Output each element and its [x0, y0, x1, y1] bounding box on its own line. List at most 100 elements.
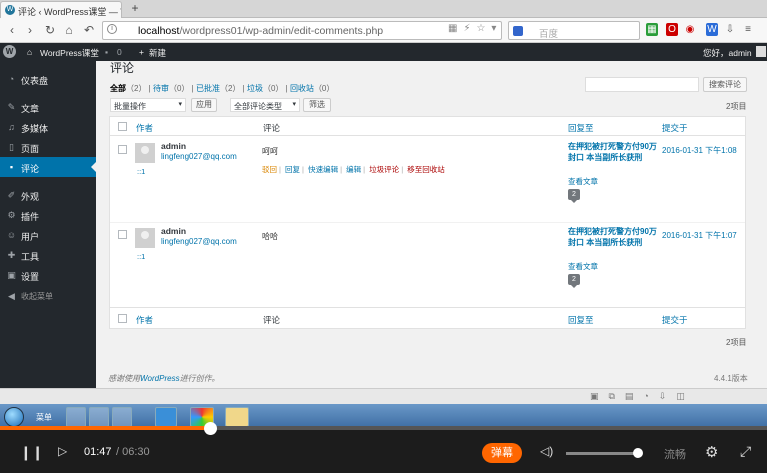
filter-approved[interactable]: 已批准	[196, 84, 220, 93]
comment-date[interactable]: 2016-01-31 下午1:08	[662, 145, 737, 156]
folder-taskbar-icon[interactable]	[225, 407, 249, 427]
windows-start-icon[interactable]	[4, 407, 24, 427]
column-author[interactable]: 作者	[136, 122, 153, 134]
select-all-checkbox[interactable]	[118, 122, 127, 131]
reply-link[interactable]: 回复	[285, 165, 300, 174]
new-link[interactable]: 新建	[149, 47, 166, 59]
trash-link[interactable]: 移至回收站	[407, 165, 445, 174]
sidebar-item-settings[interactable]: ▣ 设置	[0, 265, 96, 285]
search-box[interactable]: 百度	[508, 21, 640, 40]
word-taskbar-icon[interactable]	[155, 407, 177, 427]
column-submitted[interactable]: 提交于	[662, 122, 688, 134]
taskbar-app-icon[interactable]	[66, 407, 86, 427]
sidebar-item-label: 仪表盘	[21, 76, 49, 86]
back-icon[interactable]: ‹	[4, 22, 20, 38]
taskbar-app-icon[interactable]	[89, 407, 109, 427]
comment-date[interactable]: 2016-01-31 下午1:07	[662, 230, 737, 241]
column-author[interactable]: 作者	[136, 314, 153, 326]
filter-approved-count: （2）	[219, 84, 241, 93]
quick-edit-link[interactable]: 快速编辑	[308, 165, 338, 174]
filter-pending[interactable]: 待审	[153, 84, 169, 93]
sidebar-item-tools[interactable]: ✚ 工具	[0, 245, 96, 265]
filter-trash[interactable]: 回收站	[290, 84, 314, 93]
avatar[interactable]	[756, 46, 766, 57]
apply-button[interactable]: 应用	[191, 98, 217, 112]
sidebar-item-users[interactable]: ☺ 用户	[0, 225, 96, 245]
sidebar-item-plugins[interactable]: ⚙ 插件	[0, 205, 96, 225]
volume-knob[interactable]	[633, 448, 643, 458]
taskbar-app-icon[interactable]	[112, 407, 132, 427]
home-icon[interactable]: ⌂	[27, 47, 32, 57]
shield-extension-icon[interactable]: ◉	[684, 23, 696, 36]
quality-selector[interactable]: 流畅	[664, 446, 686, 462]
volume-icon[interactable]: ◁)	[540, 444, 553, 458]
spam-link[interactable]: 垃圾评论	[369, 165, 399, 174]
plus-icon[interactable]: +	[139, 47, 144, 57]
sidebar-item-media[interactable]: ♫ 多媒体	[0, 117, 96, 137]
sidebar-item-dashboard[interactable]: ◔ 仪表盘	[0, 69, 96, 89]
status-bar-icons[interactable]: ▣⧉▤◔⇩◫	[590, 391, 695, 402]
column-submitted[interactable]: 提交于	[662, 314, 688, 326]
new-tab-button[interactable]: +	[128, 1, 142, 17]
row-checkbox[interactable]	[118, 145, 127, 154]
volume-slider[interactable]	[566, 452, 638, 455]
search-engine-icon[interactable]	[513, 26, 523, 36]
author-email[interactable]: lingfeng027@qq.com	[161, 152, 237, 161]
author-email[interactable]: lingfeng027@qq.com	[161, 237, 237, 246]
history-icon[interactable]: ↶	[81, 22, 97, 38]
search-comments-button[interactable]: 搜索评论	[703, 77, 747, 92]
author-ip[interactable]: ::1	[137, 252, 145, 261]
row-checkbox[interactable]	[118, 230, 127, 239]
comment-bubble-icon[interactable]: ▪	[105, 47, 108, 57]
view-post-link[interactable]: 查看文章	[568, 261, 598, 272]
column-response[interactable]: 回复至	[568, 314, 594, 326]
bulk-action-select[interactable]: 批量操作 ▾	[110, 98, 186, 112]
edit-link[interactable]: 编辑	[346, 165, 361, 174]
comment-count-badge[interactable]: 2	[568, 189, 580, 203]
reload-icon[interactable]: ↻	[42, 22, 58, 38]
column-response[interactable]: 回复至	[568, 122, 594, 134]
start-menu-label[interactable]: 菜单	[36, 412, 52, 423]
comment-count-badge[interactable]: 2	[568, 274, 580, 288]
filter-button[interactable]: 筛选	[303, 98, 331, 112]
sidebar-item-appearance[interactable]: ✐ 外观	[0, 185, 96, 205]
author-ip[interactable]: ::1	[137, 167, 145, 176]
danmu-toggle[interactable]: 弹幕	[482, 443, 522, 463]
site-name-link[interactable]: WordPress课堂	[40, 47, 99, 59]
account-greeting[interactable]: 您好，admin	[703, 47, 752, 59]
response-post-link[interactable]: 在押犯被打死警方付90万封口 本当副所长获刑	[568, 226, 658, 248]
pause-icon[interactable]: ❙❙	[20, 444, 43, 461]
home-icon[interactable]: ⌂	[61, 22, 77, 38]
comment-text: 呵呵	[262, 147, 278, 156]
comments-count[interactable]: 0	[117, 47, 122, 57]
next-icon[interactable]: ▷	[58, 444, 67, 458]
wordpress-link[interactable]: WordPress	[140, 374, 180, 383]
menu-icon[interactable]: ≡	[742, 23, 754, 36]
select-all-checkbox[interactable]	[118, 314, 127, 323]
unapprove-link[interactable]: 驳回	[262, 165, 277, 174]
comment-search-input[interactable]	[585, 77, 699, 92]
address-bar-icons[interactable]: ▦⚡☆▾	[448, 23, 500, 37]
grid-extension-icon[interactable]: ▦	[646, 23, 658, 36]
opera-extension-icon[interactable]: O	[666, 23, 678, 36]
comment-type-select[interactable]: 全部评论类型 ▾	[230, 98, 300, 112]
filter-spam[interactable]: 垃圾	[247, 84, 263, 93]
browser-tab[interactable]: W 评论 ‹ WordPress课堂 — V	[0, 1, 122, 18]
wordpress-logo-icon[interactable]: W	[3, 45, 16, 58]
fullscreen-icon[interactable]: ⤢	[740, 443, 751, 460]
view-post-link[interactable]: 查看文章	[568, 176, 598, 187]
site-info-icon[interactable]: i	[107, 24, 117, 34]
response-post-link[interactable]: 在押犯被打死警方付90万封口 本当副所长获刑	[568, 141, 658, 163]
address-bar[interactable]: localhost/wordpress01/wp-admin/edit-comm…	[102, 21, 502, 40]
sidebar-item-pages[interactable]: ▯ 页面	[0, 137, 96, 157]
sidebar-collapse-menu[interactable]: ◀ 收起菜单	[0, 286, 96, 306]
settings-icon[interactable]: ⚙	[705, 443, 718, 461]
forward-icon[interactable]: ›	[22, 22, 38, 38]
progress-knob[interactable]	[204, 422, 218, 435]
word-extension-icon[interactable]: W	[706, 23, 718, 36]
sidebar-item-posts[interactable]: ✎ 文章	[0, 97, 96, 117]
chevron-down-icon: ▾	[178, 101, 182, 108]
download-icon[interactable]: ⇩	[724, 23, 736, 36]
filter-all[interactable]: 全部	[110, 84, 126, 93]
sidebar-item-comments[interactable]: ▪ 评论	[0, 157, 96, 177]
